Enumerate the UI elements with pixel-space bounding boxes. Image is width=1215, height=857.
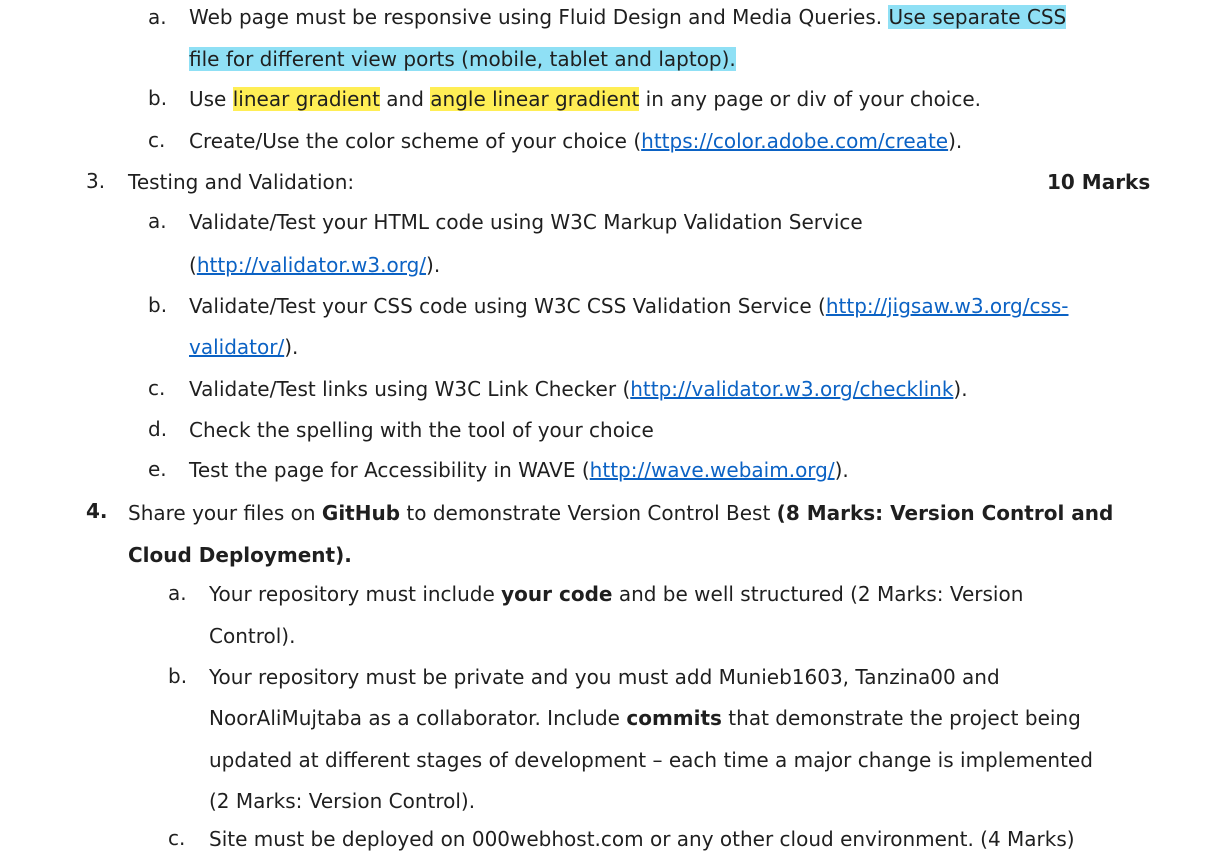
markup-validator-link[interactable]: http://validator.w3.org/ <box>197 253 426 277</box>
item-text: Check the spelling with the tool of your… <box>189 417 654 442</box>
item-text: (2 Marks: Version Control). <box>209 788 476 813</box>
adobe-color-link[interactable]: https://color.adobe.com/create <box>641 129 948 153</box>
item-text: Control). <box>209 623 296 648</box>
item-label: c. <box>148 127 166 152</box>
item-text: file for different view ports (mobile, t… <box>189 44 736 74</box>
item-label: b. <box>148 86 168 111</box>
css-validator-link[interactable]: http://jigsaw.w3.org/css- <box>826 294 1069 318</box>
item-text: Your repository must include your code a… <box>209 582 1024 607</box>
item-text: (http://validator.w3.org/). <box>189 252 441 277</box>
section-text: Share your files on GitHub to demonstrat… <box>128 500 1114 525</box>
item-text: validator/). <box>189 335 299 360</box>
item-text: updated at different stages of developme… <box>209 747 1093 772</box>
item-label: c. <box>148 375 166 400</box>
item-text: Validate/Test links using W3C Link Check… <box>189 376 968 401</box>
item-label: b. <box>148 292 168 317</box>
item-text: Validate/Test your HTML code using W3C M… <box>189 210 863 235</box>
section-text: Cloud Deployment). <box>128 542 352 567</box>
item-label: a. <box>168 581 187 606</box>
item-label: e. <box>148 457 167 482</box>
highlight-text: file for different view ports (mobile, t… <box>189 47 736 72</box>
link-checker-link[interactable]: http://validator.w3.org/checklink <box>630 377 953 401</box>
wave-link[interactable]: http://wave.webaim.org/ <box>590 458 835 482</box>
highlight-text: linear gradient <box>232 87 380 112</box>
section-number: 4. <box>86 499 108 524</box>
highlight-text: angle linear gradient <box>430 87 640 112</box>
item-label: b. <box>168 663 188 688</box>
item-label: a. <box>148 4 167 29</box>
item-text: Web page must be responsive using Fluid … <box>189 4 1067 29</box>
item-text: Test the page for Accessibility in WAVE … <box>189 458 849 483</box>
item-label: a. <box>148 209 167 234</box>
item-text: NoorAliMujtaba as a collaborator. Includ… <box>209 706 1081 731</box>
item-text: Site must be deployed on 000webhost.com … <box>209 827 1075 852</box>
section-number: 3. <box>86 168 106 193</box>
item-label: d. <box>148 416 168 441</box>
github-text: GitHub <box>321 500 401 525</box>
highlight-text: Use separate CSS <box>888 4 1067 29</box>
item-text: Validate/Test your CSS code using W3C CS… <box>189 294 1069 319</box>
item-text: Use linear gradient and angle linear gra… <box>189 87 982 112</box>
section-title: Testing and Validation: <box>128 170 355 195</box>
item-label: c. <box>168 826 186 851</box>
item-text: Create/Use the color scheme of your choi… <box>189 128 963 153</box>
css-validator-link[interactable]: validator/ <box>189 335 284 359</box>
item-text: Your repository must be private and you … <box>209 664 1000 689</box>
section-marks: 10 Marks <box>1047 170 1151 195</box>
